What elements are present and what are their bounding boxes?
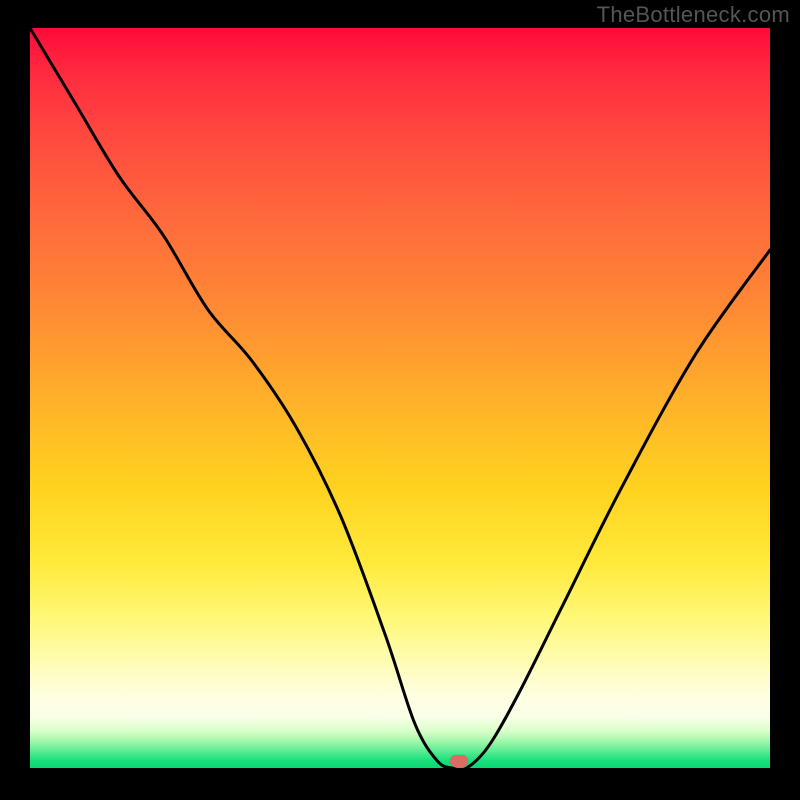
chart-frame: TheBottleneck.com	[0, 0, 800, 800]
bottleneck-curve	[30, 28, 770, 768]
watermark-text: TheBottleneck.com	[597, 2, 790, 28]
plot-area	[30, 28, 770, 768]
curve-path	[30, 28, 770, 768]
optimal-point-marker	[450, 755, 468, 767]
